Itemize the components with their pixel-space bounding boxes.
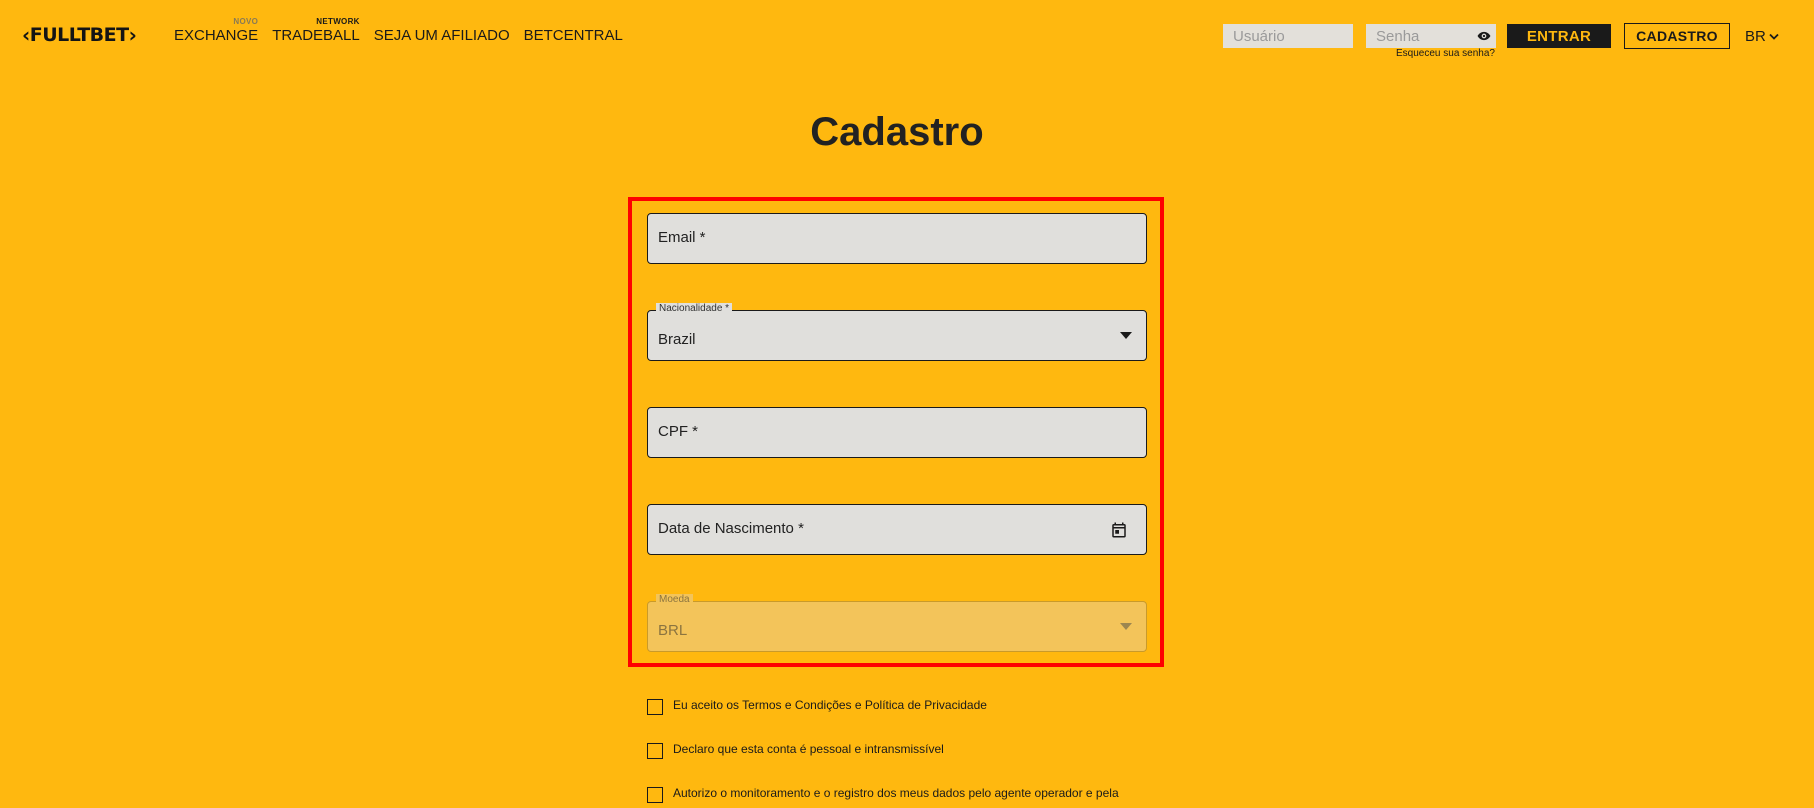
register-button[interactable]: CADASTRO xyxy=(1624,23,1730,49)
personal-account-checkbox-label[interactable]: Declaro que esta conta é pessoal e intra… xyxy=(673,742,944,756)
nav-tradeball-label: TRADEBALL xyxy=(272,27,360,44)
nav-affiliate-label: SEJA UM AFILIADO xyxy=(373,27,510,44)
username-input[interactable] xyxy=(1223,24,1353,48)
birthdate-field[interactable]: Data de Nascimento * xyxy=(647,504,1147,555)
cpf-field[interactable]: CPF * xyxy=(647,407,1147,458)
birthdate-label: Data de Nascimento * xyxy=(658,520,804,537)
nationality-select[interactable]: Nacionalidade * Brazil xyxy=(647,303,1147,361)
nav-betcentral[interactable]: BETCENTRAL xyxy=(524,27,623,44)
fulltbet-logo[interactable]: ‹ FULLTBET › xyxy=(22,23,137,47)
nationality-value: Brazil xyxy=(658,331,696,348)
currency-value: BRL xyxy=(658,622,688,639)
currency-select: Moeda BRL xyxy=(647,594,1147,652)
email-label: Email * xyxy=(658,229,706,246)
show-password-eye-icon[interactable] xyxy=(1476,29,1492,43)
calendar-icon[interactable] xyxy=(1110,521,1128,539)
nationality-label: Nacionalidade * xyxy=(656,303,733,315)
terms-checkbox-label[interactable]: Eu aceito os Termos e Condições e Políti… xyxy=(673,698,987,712)
forgot-password-link[interactable]: Esqueceu sua senha? xyxy=(1396,48,1495,59)
nav-affiliate[interactable]: SEJA UM AFILIADO xyxy=(374,27,510,44)
currency-label: Moeda xyxy=(656,594,693,606)
language-label: BR xyxy=(1745,28,1766,45)
nationality-caret-down-icon xyxy=(1120,332,1132,339)
nav-tradeball-badge: NETWORK xyxy=(316,17,360,26)
monitoring-checkbox-row: Autorizo o monitoramento e o registro do… xyxy=(647,786,1119,803)
nav-exchange[interactable]: NOVO EXCHANGE xyxy=(174,17,259,44)
currency-caret-down-icon xyxy=(1120,623,1132,630)
personal-account-checkbox[interactable] xyxy=(647,743,663,759)
logo-chevron-right-icon: › xyxy=(128,23,137,47)
logo-chevron-left-icon: ‹ xyxy=(22,23,30,47)
monitoring-checkbox-label[interactable]: Autorizo o monitoramento e o registro do… xyxy=(673,786,1119,800)
email-field[interactable]: Email * xyxy=(647,213,1147,264)
top-header: ‹ FULLTBET › NOVO EXCHANGE NETWORK TRADE… xyxy=(0,0,1814,72)
nav-exchange-label: EXCHANGE xyxy=(174,27,259,44)
chevron-down-icon xyxy=(1769,33,1779,40)
login-button[interactable]: ENTRAR xyxy=(1507,24,1611,48)
page-title: Cadastro xyxy=(810,110,984,154)
terms-checkbox[interactable] xyxy=(647,699,663,715)
language-selector[interactable]: BR xyxy=(1745,28,1779,45)
main-nav: NOVO EXCHANGE NETWORK TRADEBALL SEJA UM … xyxy=(174,17,623,44)
monitoring-checkbox[interactable] xyxy=(647,787,663,803)
personal-account-checkbox-row: Declaro que esta conta é pessoal e intra… xyxy=(647,742,944,759)
logo-text: FULLTBET xyxy=(29,24,129,46)
cpf-label: CPF * xyxy=(658,423,699,440)
terms-checkbox-row: Eu aceito os Termos e Condições e Políti… xyxy=(647,698,987,715)
nav-betcentral-label: BETCENTRAL xyxy=(523,27,623,44)
nav-exchange-badge: NOVO xyxy=(233,17,259,26)
nav-tradeball[interactable]: NETWORK TRADEBALL xyxy=(272,17,360,44)
